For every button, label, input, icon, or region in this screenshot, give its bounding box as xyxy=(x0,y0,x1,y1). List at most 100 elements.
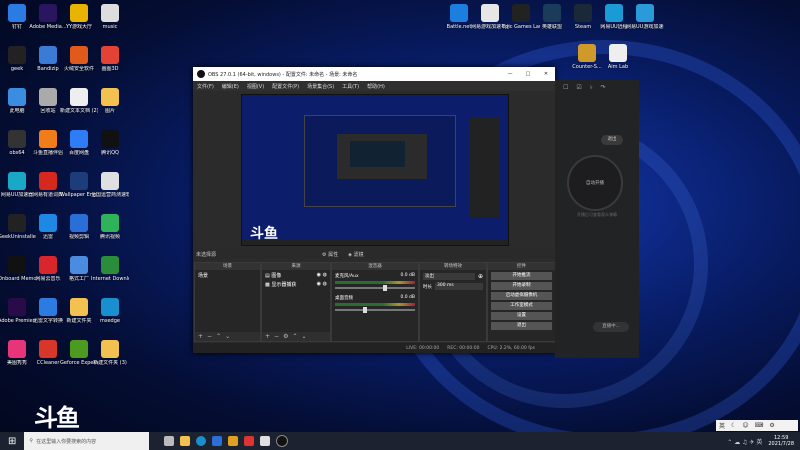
close-icon[interactable]: ✕ xyxy=(537,71,555,77)
mixer-title: 混音器 xyxy=(332,263,418,270)
desktop-icon-label: 腾讯QQ xyxy=(101,150,119,156)
menu-item[interactable]: 视图(V) xyxy=(247,83,264,90)
auto-live-circle[interactable]: 自动开播 xyxy=(567,155,623,211)
source-toolbar: 未选择源 ⚙ 属性 ◈ 滤镜 xyxy=(193,249,555,259)
app-icon xyxy=(101,46,119,64)
remove-icon[interactable]: − xyxy=(274,333,279,340)
volume-slider[interactable] xyxy=(335,285,415,291)
app-icon xyxy=(101,256,119,274)
desktop-icon[interactable]: Internet Downlo... xyxy=(91,256,129,282)
edge-icon[interactable] xyxy=(196,436,207,446)
menu-item[interactable]: 配置文件(P) xyxy=(272,83,299,90)
desktop-icon[interactable]: 全国运营商测速软件 xyxy=(91,172,129,198)
control-button[interactable]: 设置 xyxy=(491,312,552,320)
notepad-icon[interactable] xyxy=(260,436,271,446)
desktop-icon[interactable]: 画图3D xyxy=(91,46,129,72)
desktop-icon[interactable]: 图片 xyxy=(91,88,129,114)
scene-item[interactable]: 场景 xyxy=(195,270,260,281)
streaming-side-panel: ☐ ☑ ♭ ↷ 退出 自动开播 开播后可查看观众弹幕 直播中... xyxy=(555,80,639,358)
gear-icon[interactable]: ⚙ xyxy=(283,333,288,340)
volume-slider[interactable] xyxy=(335,307,415,313)
desktop-icon[interactable]: 新建文件夹 (3) xyxy=(91,340,129,366)
volume-knob[interactable] xyxy=(363,307,367,313)
file-explorer-icon[interactable] xyxy=(180,436,191,446)
rec-status: REC: 00:00:00 xyxy=(447,345,480,351)
windows-start-icon[interactable]: ⊞ xyxy=(8,436,16,447)
menu-item[interactable]: 场景集合(S) xyxy=(307,83,334,90)
gift-icon[interactable]: ☑ xyxy=(576,84,581,91)
maximize-icon[interactable]: □ xyxy=(519,71,537,77)
transition-select[interactable]: 淡出 xyxy=(423,273,475,280)
control-button[interactable]: 工作室模式 xyxy=(491,302,552,310)
douyu-icon[interactable] xyxy=(244,436,255,446)
add-transition-icon[interactable]: ⊕ xyxy=(478,273,483,280)
mixer-dock: 混音器 麦克风/Aux 0.0 dB 桌面音频 0.0 dB xyxy=(331,262,419,342)
app-icon xyxy=(543,4,561,22)
control-button[interactable]: 开始录制 xyxy=(491,282,552,290)
side-hint: 开播后可查看观众弹幕 xyxy=(577,212,617,217)
desktop-icon-label: 网易UU游戏加速器 xyxy=(626,24,664,30)
app-icon xyxy=(39,88,57,106)
add-icon[interactable]: + xyxy=(265,333,270,340)
up-icon[interactable]: ⌃ xyxy=(216,333,221,340)
up-icon[interactable]: ⌃ xyxy=(292,333,297,340)
cart-icon[interactable]: ☐ xyxy=(563,84,568,91)
app-icon xyxy=(512,4,530,22)
sources-dock: 来源 ▤ 图像 ◉ ◍ ▩ 显示器捕获 ◉ ◍ + − ⚙ ⌃ ⌄ xyxy=(261,262,331,342)
obs-taskbar-icon[interactable] xyxy=(276,435,289,447)
app-icon xyxy=(8,172,26,190)
tray-icons[interactable]: ⌃ ☁ ♫ ✈ 英 xyxy=(727,437,762,446)
live-status: LIVE: 00:00:00 xyxy=(406,345,440,351)
menu-item[interactable]: 文件(F) xyxy=(197,83,214,90)
obs-window[interactable]: OBS 27.0.1 (64-bit, windows) - 配置文件: 未命名… xyxy=(193,67,556,353)
taskview-icon[interactable] xyxy=(164,436,175,446)
source-item[interactable]: ▩ 显示器捕获 ◉ ◍ xyxy=(262,281,330,288)
desktop-icon[interactable]: music xyxy=(91,4,129,30)
menu-item[interactable]: 编辑(E) xyxy=(222,83,239,90)
search-placeholder: 在这里输入你要搜索的内容 xyxy=(36,438,97,445)
window-titlebar[interactable]: OBS 27.0.1 (64-bit, windows) - 配置文件: 未命名… xyxy=(193,67,555,81)
volume-knob[interactable] xyxy=(383,285,387,291)
share-icon[interactable]: ↷ xyxy=(601,84,606,91)
desktop-icon[interactable]: Aim Lab xyxy=(599,44,637,70)
control-button[interactable]: 启动虚拟摄像机 xyxy=(491,292,552,300)
store-icon[interactable] xyxy=(212,436,223,446)
down-icon[interactable]: ⌄ xyxy=(301,333,306,340)
channel-name: 桌面音频 xyxy=(335,296,353,301)
filters-button[interactable]: ◈ 滤镜 xyxy=(348,251,363,258)
controls-dock: 控件 开始推流 开始录制 启动虚拟摄像机 工作室模式 设置 退出 xyxy=(487,262,556,342)
desktop-icon-label: 全国运营商测速软件 xyxy=(91,192,129,198)
menu-item[interactable]: 帮助(H) xyxy=(367,83,385,90)
volume-meter xyxy=(335,303,415,306)
minimize-icon[interactable]: — xyxy=(501,71,519,77)
scenes-footer: + − ⌃ ⌄ xyxy=(195,332,260,341)
duration-field[interactable]: 300 ms xyxy=(435,283,483,290)
control-button[interactable]: 开始推流 xyxy=(491,272,552,280)
ime-toolbar[interactable]: 英 ☾ ☺ ⌨ ⚙ xyxy=(716,420,798,431)
transitions-title: 转场特效 xyxy=(420,263,486,270)
app-icon xyxy=(39,46,57,64)
bell-icon[interactable]: ♭ xyxy=(590,84,593,91)
app-icon[interactable] xyxy=(228,436,239,446)
source-item[interactable]: ▤ 图像 ◉ ◍ xyxy=(262,270,330,281)
preview-canvas[interactable]: 斗鱼 xyxy=(241,94,509,246)
app-icon xyxy=(39,256,57,274)
app-icon xyxy=(39,172,57,190)
desktop-icon[interactable]: 腾讯QQ xyxy=(91,130,129,156)
app-icon xyxy=(101,88,119,106)
app-icon xyxy=(70,88,88,106)
desktop-icon[interactable]: 网易UU游戏加速器 xyxy=(626,4,664,30)
down-icon[interactable]: ⌄ xyxy=(225,333,230,340)
search-box[interactable]: ⚲ 在这里输入你要搜索的内容 xyxy=(24,432,150,450)
control-button[interactable]: 退出 xyxy=(491,322,552,330)
desktop-icon[interactable]: msedge xyxy=(91,298,129,324)
properties-button[interactable]: ⚙ 属性 xyxy=(322,251,338,258)
side-bottom-button[interactable]: 直播中... xyxy=(593,322,629,332)
clock[interactable]: 12:59 2021/7/28 xyxy=(768,435,794,447)
desktop-icon[interactable]: 腾讯视频 xyxy=(91,214,129,240)
menu-item[interactable]: 工具(T) xyxy=(342,83,359,90)
side-top-button[interactable]: 退出 xyxy=(601,135,623,145)
add-icon[interactable]: + xyxy=(198,333,203,340)
remove-icon[interactable]: − xyxy=(207,333,212,340)
sources-title: 来源 xyxy=(262,263,330,270)
